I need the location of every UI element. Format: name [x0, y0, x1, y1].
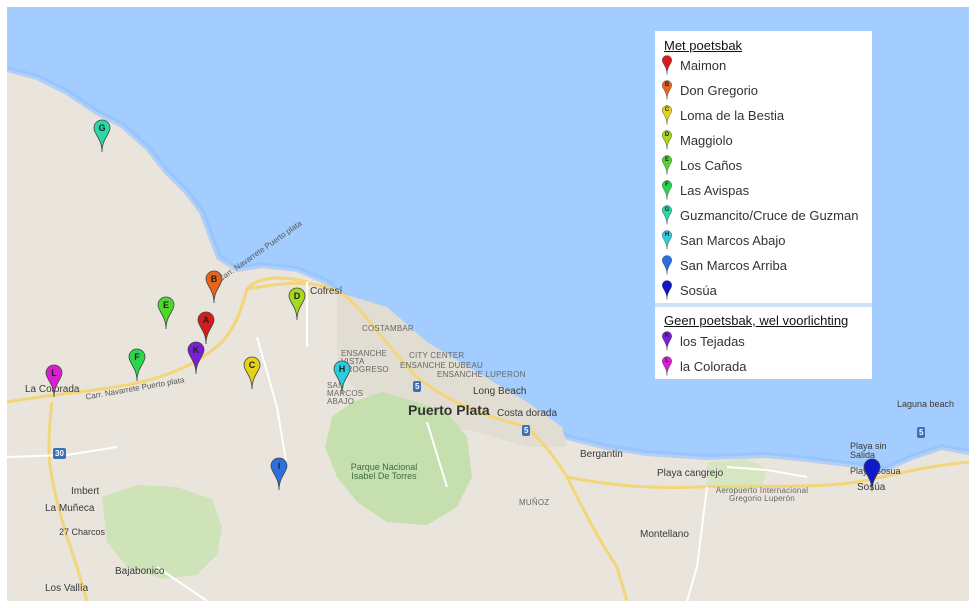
legend-list-with: Maimon B Don Gregorio C Loma de la Bestia D Ma…: [655, 53, 872, 303]
map-pin-icon: B: [661, 80, 673, 100]
legend-item-label: Guzmancito/Cruce de Guzman: [680, 208, 859, 223]
legend-pin-letter: E: [664, 157, 669, 163]
legend-item-label: Sosúa: [680, 283, 717, 298]
map-pin-icon: D: [661, 130, 673, 150]
label-la-muneca: La Muñeca: [45, 503, 95, 514]
legend-item: Klos Tejadas: [655, 329, 872, 354]
label-imbert: Imbert: [71, 486, 100, 497]
legend-pin-letter: D: [664, 132, 670, 138]
label-munoz: MUÑOZ: [519, 498, 550, 507]
label-long-beach: Long Beach: [473, 386, 527, 397]
map-marker-sosua[interactable]: [863, 458, 881, 492]
legend-pin-letter: G: [664, 207, 670, 213]
label-bergantin: Bergantin: [580, 449, 623, 460]
route-shield: 5: [413, 381, 422, 392]
label-27-charcos: 27 Charcos: [59, 527, 106, 537]
map-marker-f[interactable]: F: [128, 348, 146, 382]
map-pin-icon: C: [661, 105, 673, 125]
map-pin-icon: F: [661, 180, 673, 200]
legend-item: G Guzmancito/Cruce de Guzman: [655, 203, 872, 228]
map-marker-l[interactable]: L: [45, 364, 63, 398]
map-marker-k[interactable]: K: [187, 341, 205, 375]
legend-item: F Las Avispas: [655, 178, 872, 203]
legend-item: E Los Caños: [655, 153, 872, 178]
label-playa-cangrejo: Playa cangrejo: [657, 468, 724, 479]
legend-pin-letter: L: [665, 358, 669, 364]
legend-title-without-poetsbak: Geen poetsbak, wel voorlichting: [664, 313, 849, 328]
legend-title-with-poetsbak: Met poetsbak: [664, 38, 743, 53]
label-montellano: Montellano: [640, 529, 689, 540]
route-shield: 30: [53, 448, 66, 459]
map-pin-icon: H: [661, 230, 673, 250]
map-pin-icon: K: [661, 331, 673, 351]
map-marker-h[interactable]: H: [333, 360, 351, 394]
label-costa-dorada: Costa dorada: [497, 408, 558, 419]
legend-item-label: San Marcos Abajo: [680, 233, 786, 248]
map-marker-g[interactable]: G: [93, 119, 111, 153]
legend-item: Sosúa: [655, 278, 872, 303]
legend-item: C Loma de la Bestia: [655, 103, 872, 128]
legend-item-label: Maggiolo: [680, 133, 733, 148]
legend-item: H San Marcos Abajo: [655, 228, 872, 253]
map-pin-icon: [661, 280, 673, 300]
legend-item: B Don Gregorio: [655, 78, 872, 103]
map-marker-i[interactable]: I: [270, 457, 288, 491]
map-pin-icon: E: [661, 155, 673, 175]
legend-pin-letter: H: [664, 232, 670, 238]
map-marker-d[interactable]: D: [288, 287, 306, 321]
legend-item-label: Las Avispas: [680, 183, 750, 198]
label-puerto-plata: Puerto Plata: [408, 402, 490, 418]
legend-pin-letter: C: [664, 107, 670, 113]
map-pin-icon: G: [661, 205, 673, 225]
legend-item: Lla Colorada: [655, 354, 872, 379]
map-pin-icon: [661, 55, 673, 75]
label-ensanche-luperon: ENSANCHE LUPERON: [437, 370, 526, 379]
map-pin-icon: [863, 458, 881, 492]
label-costambar: COSTAMBAR: [362, 324, 414, 333]
map-marker-c[interactable]: C: [243, 356, 261, 390]
legend-pin-letter: B: [664, 82, 670, 88]
map-marker-e[interactable]: E: [157, 296, 175, 330]
route-shield: 5: [917, 427, 926, 438]
map-legend: Met poetsbak Maimon B Don Gregorio C Loma de…: [655, 31, 872, 379]
label-park: Parque Nacional Isabel De Torres: [350, 462, 418, 481]
label-laguna-beach: Laguna beach: [897, 399, 955, 409]
label-los-vallia: Los Vallía: [45, 583, 89, 594]
legend-item-label: Loma de la Bestia: [680, 108, 785, 123]
label-cofresi: Cofresí: [310, 286, 343, 297]
legend-item-label: la Colorada: [680, 359, 747, 374]
map-pin-icon: [661, 255, 673, 275]
map-marker-b[interactable]: B: [205, 270, 223, 304]
route-shield: 5: [522, 425, 531, 436]
map-pin-icon: L: [661, 356, 673, 376]
label-bajabonico: Bajabonico: [115, 566, 165, 577]
label-ensanche-dubeau: ENSANCHE DUBEAU: [400, 361, 484, 370]
legend-item: Maimon: [655, 53, 872, 78]
legend-item-label: San Marcos Arriba: [680, 258, 787, 273]
legend-list-without: Klos Tejadas Lla Colorada: [655, 329, 872, 379]
legend-pin-letter: F: [665, 182, 669, 188]
legend-pin-letter: K: [664, 333, 670, 339]
legend-item-label: los Tejadas: [680, 334, 745, 349]
legend-item-label: Maimon: [680, 58, 727, 73]
legend-item: D Maggiolo: [655, 128, 872, 153]
label-airport: Aeropuerto Internacional Gregorio Luperó…: [715, 486, 809, 503]
legend-item-label: Don Gregorio: [680, 83, 759, 98]
map-marker-a[interactable]: A: [197, 311, 215, 345]
legend-item: San Marcos Arriba: [655, 253, 872, 278]
label-city-center: CITY CENTER: [409, 351, 465, 360]
legend-item-label: Los Caños: [680, 158, 743, 173]
